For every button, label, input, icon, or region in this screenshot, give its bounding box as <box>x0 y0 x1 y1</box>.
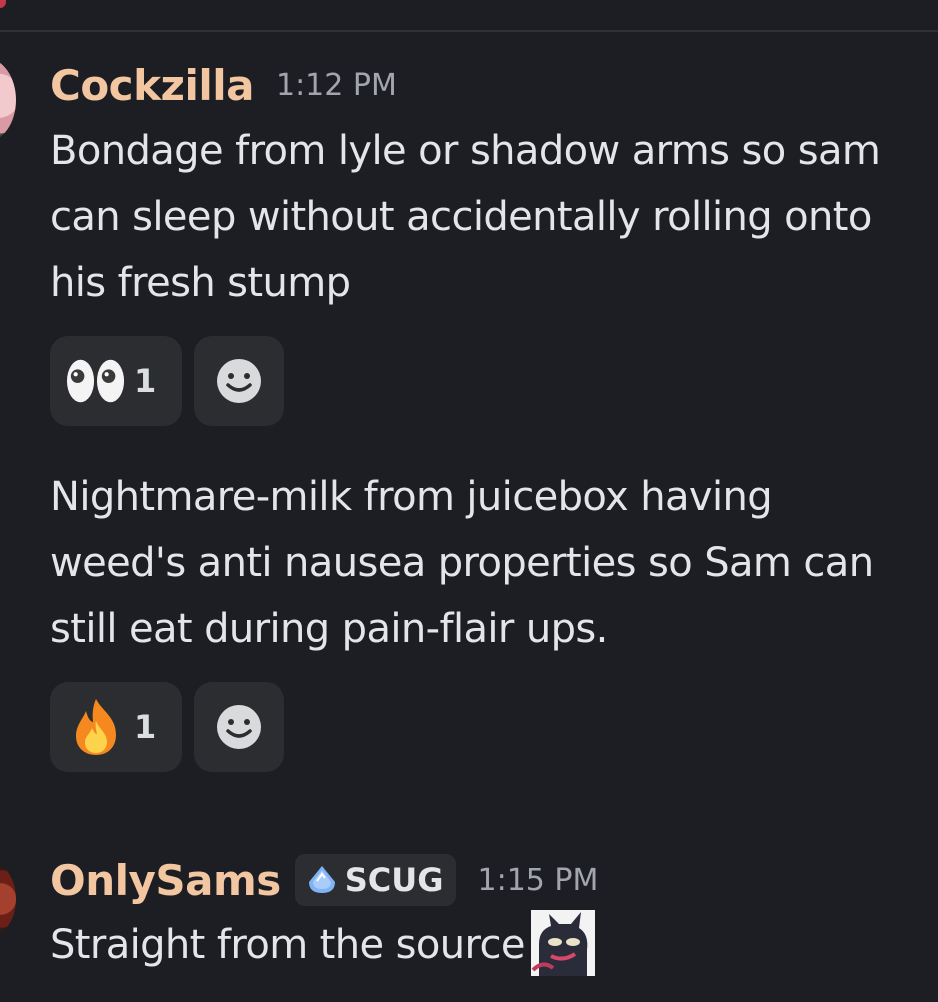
message-text: Straight from the source <box>50 910 910 980</box>
message-text: Nightmare-milk from juicebox having weed… <box>50 474 874 652</box>
username[interactable]: Cockzilla <box>50 61 254 110</box>
add-reaction-icon <box>209 351 269 411</box>
top-divider <box>0 0 938 32</box>
eyes-emoji-icon <box>66 351 126 411</box>
role-badge[interactable]: SCUG <box>294 854 456 906</box>
custom-emote-icon[interactable] <box>530 910 595 976</box>
reaction-bar: 1 <box>50 682 284 772</box>
username[interactable]: OnlySams <box>50 856 281 905</box>
avatar[interactable] <box>0 862 16 936</box>
message-header: OnlySams SCUG 1:15 PM <box>50 852 598 908</box>
reaction-eyes[interactable]: 1 <box>50 336 182 426</box>
reaction-count: 1 <box>134 708 157 746</box>
reaction-bar: 1 <box>50 336 284 426</box>
role-name: SCUG <box>344 861 444 899</box>
previous-message-edge <box>0 0 6 8</box>
timestamp: 1:12 PM <box>275 67 397 103</box>
reaction-fire[interactable]: 1 <box>50 682 182 772</box>
reaction-count: 1 <box>134 362 157 400</box>
timestamp: 1:15 PM <box>477 862 599 898</box>
blue-gem-icon <box>305 863 339 897</box>
avatar[interactable] <box>0 58 16 142</box>
add-reaction-button[interactable] <box>194 682 284 772</box>
add-reaction-icon <box>209 697 269 757</box>
add-reaction-button[interactable] <box>194 336 284 426</box>
message-text-content: Straight from the source <box>50 922 525 968</box>
message-text: Bondage from lyle or shadow arms so sam … <box>50 128 881 306</box>
message-header: Cockzilla 1:12 PM <box>50 58 397 112</box>
fire-emoji-icon <box>66 697 126 757</box>
